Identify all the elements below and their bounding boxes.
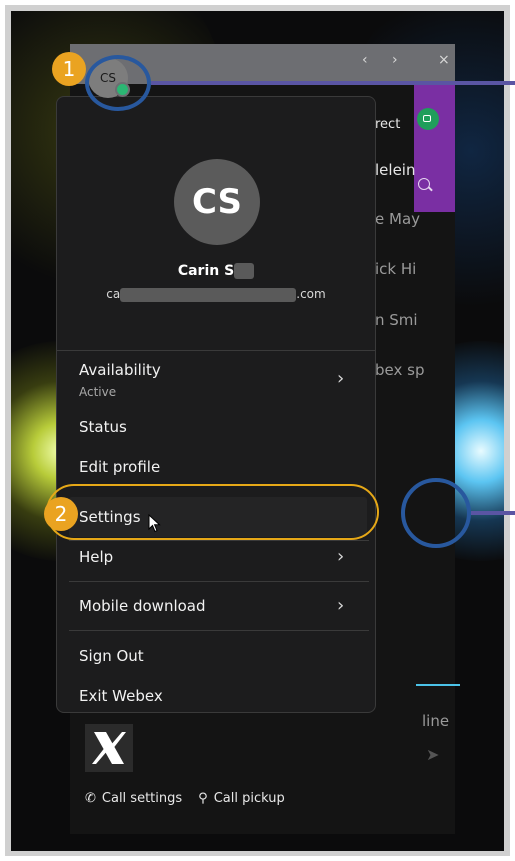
menu-divider bbox=[69, 581, 369, 582]
chevron-right-icon: › bbox=[337, 546, 345, 567]
help-item[interactable]: Help bbox=[79, 548, 113, 566]
composer-hint: line bbox=[422, 712, 450, 730]
availability-item[interactable]: Availability bbox=[79, 361, 161, 379]
profile-name-text: Carin S bbox=[177, 263, 235, 279]
highlight-circle-scroll bbox=[401, 478, 471, 548]
email-suffix: .com bbox=[296, 287, 326, 301]
profile-email: ca .com bbox=[57, 287, 375, 302]
menu-divider bbox=[69, 540, 369, 541]
email-prefix: ca bbox=[106, 287, 121, 301]
call-settings-label: Call settings bbox=[101, 790, 183, 806]
profile-menu: CS Carin S ca .com Availability Active › … bbox=[56, 96, 376, 713]
background-list-item: lelein bbox=[375, 161, 416, 179]
background-list-item: e May bbox=[375, 210, 421, 228]
send-icon[interactable]: ➤ bbox=[426, 745, 439, 764]
profile-name: Carin S bbox=[57, 263, 375, 279]
bottom-bar: ✆ Call settings ⚲ Call pickup bbox=[85, 786, 301, 810]
sidebar-accent-strip bbox=[414, 84, 455, 212]
mobile-download-item[interactable]: Mobile download bbox=[79, 597, 206, 615]
callout-line bbox=[151, 81, 515, 85]
highlight-circle-avatar bbox=[85, 55, 151, 111]
phone-gear-icon: ✆ bbox=[85, 790, 96, 806]
step-2-badge: 2 bbox=[44, 497, 78, 531]
chevron-right-icon: › bbox=[337, 368, 345, 389]
webex-logo bbox=[85, 724, 133, 772]
exit-webex-item[interactable]: Exit Webex bbox=[79, 687, 163, 705]
call-settings-button[interactable]: ✆ Call settings bbox=[85, 791, 182, 806]
background-list-item: n Smi bbox=[375, 311, 418, 329]
call-pickup-button[interactable]: ⚲ Call pickup bbox=[198, 791, 285, 806]
menu-divider bbox=[69, 630, 369, 631]
chevron-right-icon: › bbox=[337, 595, 345, 616]
edit-profile-item[interactable]: Edit profile bbox=[79, 458, 160, 476]
background-list-item: rect bbox=[375, 117, 401, 132]
close-icon[interactable]: × bbox=[438, 52, 450, 68]
call-pickup-label: Call pickup bbox=[213, 790, 285, 806]
background-list-item: bex sp bbox=[375, 361, 425, 379]
status-item[interactable]: Status bbox=[79, 418, 127, 436]
profile-avatar-large: CS bbox=[174, 159, 260, 245]
call-pickup-icon: ⚲ bbox=[198, 790, 208, 806]
step-1-badge: 1 bbox=[52, 52, 86, 86]
background-list-item: ick Hi bbox=[375, 260, 417, 278]
redaction bbox=[234, 263, 255, 279]
meeting-icon[interactable] bbox=[417, 108, 439, 130]
redaction bbox=[120, 287, 297, 302]
sign-out-item[interactable]: Sign Out bbox=[79, 647, 144, 665]
callout-line bbox=[471, 511, 515, 515]
back-icon[interactable]: ‹ bbox=[362, 52, 368, 68]
forward-icon[interactable]: › bbox=[392, 52, 398, 68]
search-icon[interactable] bbox=[418, 178, 430, 190]
menu-divider bbox=[57, 350, 375, 351]
availability-value: Active bbox=[79, 385, 117, 399]
composer-divider bbox=[416, 684, 460, 686]
settings-highlight-pill bbox=[46, 484, 379, 540]
x-logo-icon bbox=[92, 732, 126, 764]
